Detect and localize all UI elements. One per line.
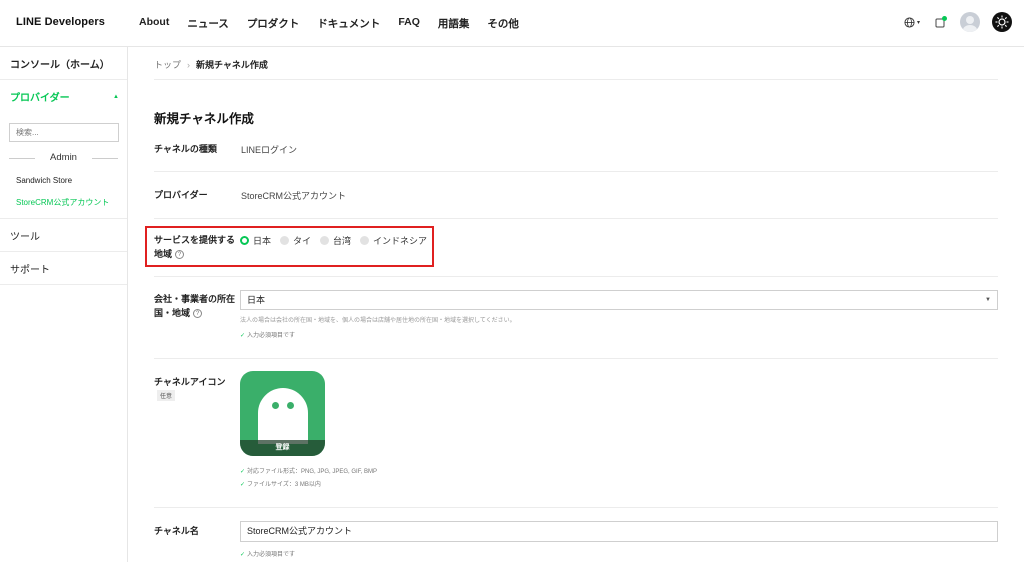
chevron-up-icon: ▲ [113, 93, 119, 100]
file-format-note: ✓ 対応ファイル形式：PNG, JPG, JPEG, GIF, BMP [240, 466, 377, 475]
avatar[interactable] [960, 12, 980, 32]
company-country-label-line2: 国・地域 [154, 308, 191, 318]
file-format-text: 対応ファイル形式：PNG, JPG, JPEG, GIF, BMP [247, 469, 378, 475]
company-country-select[interactable]: 日本 ▼ [240, 290, 998, 310]
company-country-label-line1: 会社・事業者の所在 [154, 294, 236, 304]
nav-glossary[interactable]: 用語集 [438, 16, 470, 31]
sidebar-item-provider-sandwich-store[interactable]: Sandwich Store [0, 176, 127, 185]
highlight-annotation-box [145, 226, 434, 267]
admin-divider-label: Admin [9, 152, 118, 164]
top-navbar: LINE Developers About ニュース プロダクト ドキュメント … [0, 0, 1024, 47]
ghost-eye [287, 402, 294, 409]
divider [154, 218, 998, 219]
channel-type-value: LINEログイン [241, 145, 298, 155]
check-icon: ✓ [240, 552, 246, 558]
notification-icon[interactable] [934, 15, 948, 29]
check-icon: ✓ [240, 482, 246, 488]
channel-name-input[interactable]: StoreCRM公式アカウント [240, 521, 998, 542]
file-size-note: ✓ ファイルサイズ：3 MB以内 [240, 479, 321, 488]
required-text: 入力必須項目です [247, 333, 296, 339]
sidebar-item-label: プロバイダー [10, 93, 70, 104]
sidebar-item-provider-storecrm[interactable]: StoreCRM公式アカウント [0, 197, 127, 208]
breadcrumb-top[interactable]: トップ [154, 60, 181, 70]
theme-toggle-icon[interactable] [992, 12, 1012, 32]
nav-products[interactable]: プロダクト [247, 16, 300, 31]
check-icon: ✓ [240, 333, 246, 339]
help-icon[interactable]: ? [193, 309, 203, 318]
brand-logo[interactable]: LINE Developers [16, 16, 105, 28]
channel-type-label: チャネルの種類 [154, 144, 217, 154]
sidebar: コンソール（ホーム） プロバイダー ▲ Admin Sandwich Store… [0, 47, 128, 562]
nav-faq[interactable]: FAQ [398, 16, 420, 31]
breadcrumb-current: 新規チャネル作成 [196, 60, 268, 70]
company-country-label: 会社・事業者の所在 国・地域? [154, 292, 235, 320]
divider [154, 507, 998, 508]
provider-value: StoreCRM公式アカウント [241, 191, 347, 201]
main-nav: About ニュース プロダクト ドキュメント FAQ 用語集 その他 [139, 16, 537, 31]
globe-icon[interactable]: ▾ [904, 15, 922, 29]
nav-more[interactable]: その他 [487, 16, 519, 31]
chevron-right-icon: › [187, 60, 191, 70]
page-title: 新規チャネル作成 [154, 112, 254, 126]
file-size-text: ファイルサイズ：3 MB以内 [247, 482, 321, 488]
provider-search-input[interactable] [9, 123, 119, 142]
required-note: ✓ 入力必須項目です [240, 330, 295, 339]
select-value: 日本 [247, 295, 266, 305]
channel-name-label: チャネル名 [154, 526, 199, 536]
sidebar-item-console-home[interactable]: コンソール（ホーム） [0, 47, 127, 80]
ghost-icon [258, 388, 308, 444]
required-note: ✓ 入力必須項目です [240, 549, 295, 558]
channel-icon-label: チャネルアイコン [154, 377, 226, 387]
chevron-down-icon: ▼ [985, 297, 991, 303]
sidebar-item-tools[interactable]: ツール [0, 219, 127, 252]
register-icon-button[interactable]: 登録 [240, 440, 325, 456]
ghost-eye [272, 402, 279, 409]
nav-documents[interactable]: ドキュメント [317, 16, 380, 31]
nav-news[interactable]: ニュース [187, 16, 228, 31]
breadcrumb: トップ › 新規チャネル作成 [154, 58, 268, 71]
company-country-hint: 法人の場合は会社の所在国・地域を、個人の場合は店舗や居住地の所在国・地域を選択し… [240, 318, 516, 324]
optional-badge: 任意 [157, 390, 176, 401]
divider [154, 79, 998, 80]
channel-icon-uploader[interactable]: 登録 [240, 371, 325, 456]
divider [154, 171, 998, 172]
provider-label: プロバイダー [154, 190, 208, 200]
chevron-down-icon: ▾ [917, 19, 921, 26]
sidebar-item-providers[interactable]: プロバイダー ▲ [0, 80, 127, 113]
sidebar-item-support[interactable]: サポート [0, 252, 127, 285]
nav-about[interactable]: About [139, 16, 169, 31]
required-text: 入力必須項目です [247, 552, 296, 558]
divider [154, 358, 998, 359]
check-icon: ✓ [240, 469, 246, 475]
header-actions: ▾ [904, 12, 1012, 32]
divider [154, 276, 998, 277]
